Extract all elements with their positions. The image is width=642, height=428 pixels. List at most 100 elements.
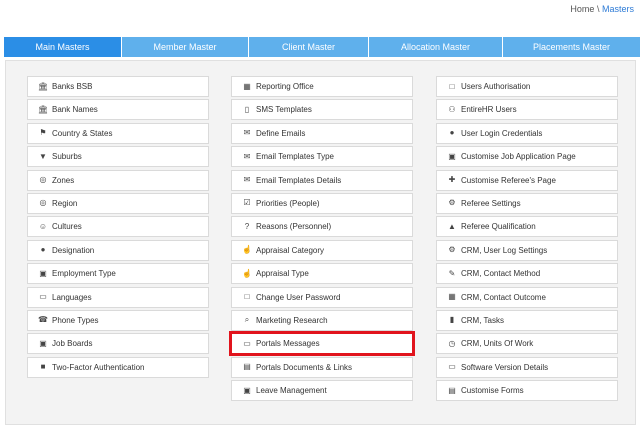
master-link-crm-tasks[interactable]: ▮ CRM, Tasks — [436, 309, 618, 331]
master-link-two-factor-authentication[interactable]: ■ Two-Factor Authentication — [27, 356, 209, 378]
thumbs-up-icon: ☝ — [242, 245, 252, 255]
tab-placements-master[interactable]: Placements Master — [503, 37, 640, 57]
master-link-label: Designation — [52, 245, 95, 255]
bank-icon: 🏛︎ — [37, 81, 49, 91]
master-link-label: EntireHR Users — [461, 105, 517, 115]
master-link-job-boards[interactable]: ▣ Job Boards — [27, 333, 209, 355]
master-link-leave-management[interactable]: ▣ Leave Management — [231, 380, 413, 402]
master-link-reasons-personnel[interactable]: ? Reasons (Personnel) — [231, 216, 413, 238]
master-link-label: Email Templates Type — [256, 152, 334, 162]
breadcrumb-home[interactable]: Home — [570, 4, 594, 14]
master-link-label: Country & States — [52, 128, 113, 138]
master-link-change-user-password[interactable]: □ Change User Password — [231, 286, 413, 308]
master-link-label: CRM, Units Of Work — [461, 339, 534, 349]
tab-main-masters[interactable]: Main Masters — [4, 37, 122, 57]
master-link-crm-contact-method[interactable]: ✎ CRM, Contact Method — [436, 263, 618, 285]
master-link-phone-types[interactable]: ☎ Phone Types — [27, 309, 209, 331]
master-link-customise-referee-s-page[interactable]: ✚ Customise Referee's Page — [436, 169, 618, 191]
file-icon: ▮ — [449, 315, 455, 325]
breadcrumb-current: Masters — [601, 4, 634, 14]
master-link-crm-user-log-settings[interactable]: ⚙ CRM, User Log Settings — [436, 239, 618, 261]
master-link-reporting-office[interactable]: ▦ Reporting Office — [231, 76, 413, 97]
master-link-customise-forms[interactable]: ▤ Customise Forms — [436, 380, 618, 402]
checkbox-icon: ☑ — [243, 198, 251, 208]
master-link-define-emails[interactable]: ✉ Define Emails — [231, 122, 413, 144]
master-link-label: Email Templates Details — [256, 175, 342, 185]
flag-icon: ⚑ — [39, 128, 47, 138]
master-link-entirehr-users[interactable]: ⚇ EntireHR Users — [436, 99, 618, 121]
briefcase-icon: ▣ — [448, 151, 456, 161]
master-link-portals-documents-links[interactable]: ▤ Portals Documents & Links — [231, 356, 413, 378]
master-link-label: SMS Templates — [256, 105, 312, 115]
tab-client-master[interactable]: Client Master — [249, 37, 369, 57]
master-link-designation[interactable]: ● Designation — [27, 239, 209, 261]
master-link-label: Languages — [52, 292, 92, 302]
master-link-label: Suburbs — [52, 152, 82, 162]
master-link-employment-type[interactable]: ▣ Employment Type — [27, 263, 209, 285]
master-link-marketing-research[interactable]: ⌕ Marketing Research — [231, 309, 413, 331]
envelope-icon: ✉ — [243, 151, 251, 161]
master-link-label: Phone Types — [52, 315, 99, 325]
briefcase-icon: ▣ — [39, 268, 47, 278]
masters-column-2: ▦ Reporting Office ▯ SMS Templates ✉ Define E… — [229, 76, 415, 403]
mobile-icon: ▯ — [244, 104, 250, 114]
master-link-label: CRM, Tasks — [461, 315, 504, 325]
master-link-suburbs[interactable]: ▼ Suburbs — [27, 146, 209, 168]
master-link-label: Portals Messages — [256, 339, 320, 349]
master-link-label: Appraisal Category — [256, 245, 325, 255]
clock-icon: ◷ — [448, 338, 456, 348]
master-link-software-version-details[interactable]: ▭ Software Version Details — [436, 356, 618, 378]
master-link-label: Marketing Research — [256, 315, 328, 325]
users-icon: ⚇ — [448, 104, 456, 114]
master-link-crm-contact-outcome[interactable]: ▦ CRM, Contact Outcome — [436, 286, 618, 308]
master-link-label: Appraisal Type — [256, 269, 309, 279]
master-link-user-login-credentials[interactable]: ● User Login Credentials — [436, 122, 618, 144]
masters-panel: 🏛︎ Banks BSB 🏛︎ Bank Names ⚑ Country & States… — [5, 60, 636, 425]
master-link-sms-templates[interactable]: ▯ SMS Templates — [231, 99, 413, 121]
breadcrumb: Home \ Masters — [570, 4, 634, 14]
masters-column-1: 🏛︎ Banks BSB 🏛︎ Bank Names ⚑ Country & States… — [27, 76, 209, 380]
document-icon: ▤ — [243, 362, 251, 372]
master-link-label: CRM, Contact Outcome — [461, 292, 546, 302]
thumbs-up-icon: ☝ — [242, 268, 252, 278]
master-link-label: Priorities (People) — [256, 198, 320, 208]
master-link-label: User Login Credentials — [461, 128, 543, 138]
master-link-label: CRM, Contact Method — [461, 269, 541, 279]
master-link-priorities-people[interactable]: ☑ Priorities (People) — [231, 192, 413, 214]
lock-icon: ■ — [40, 362, 46, 372]
master-link-label: Leave Management — [256, 386, 327, 396]
master-link-label: Reporting Office — [256, 82, 314, 91]
master-link-label: Job Boards — [52, 339, 93, 349]
building-icon: ▦ — [243, 81, 251, 91]
tab-member-master[interactable]: Member Master — [122, 37, 249, 57]
master-link-cultures[interactable]: ☺ Cultures — [27, 216, 209, 238]
tab-allocation-master[interactable]: Allocation Master — [369, 37, 503, 57]
master-link-customise-job-application-page[interactable]: ▣ Customise Job Application Page — [436, 146, 618, 168]
master-link-referee-settings[interactable]: ⚙ Referee Settings — [436, 192, 618, 214]
monitor-icon: ▭ — [448, 362, 456, 372]
master-link-appraisal-type[interactable]: ☝ Appraisal Type — [231, 263, 413, 285]
graduation-cap-icon: ▲ — [448, 221, 456, 231]
map-marker-icon: ▼ — [39, 151, 47, 161]
master-link-banks-bsb[interactable]: 🏛︎ Banks BSB — [27, 76, 209, 97]
master-link-bank-names[interactable]: 🏛︎ Bank Names — [27, 99, 209, 121]
user-plus-icon: ✚ — [448, 175, 456, 185]
master-link-zones[interactable]: ◎ Zones — [27, 169, 209, 191]
master-link-portals-messages[interactable]: ▭ Portals Messages — [229, 331, 415, 357]
briefcase-icon: ▣ — [39, 338, 47, 348]
master-link-appraisal-category[interactable]: ☝ Appraisal Category — [231, 239, 413, 261]
master-link-region[interactable]: ◎ Region — [27, 192, 209, 214]
master-link-email-templates-details[interactable]: ✉ Email Templates Details — [231, 169, 413, 191]
master-link-referee-qualification[interactable]: ▲ Referee Qualification — [436, 216, 618, 238]
master-link-email-templates-type[interactable]: ✉ Email Templates Type — [231, 146, 413, 168]
envelope-icon: ✉ — [243, 128, 251, 138]
master-link-country-states[interactable]: ⚑ Country & States — [27, 122, 209, 144]
globe-icon: ◎ — [39, 175, 47, 185]
document-icon: ▤ — [448, 385, 456, 395]
master-link-label: Bank Names — [52, 105, 98, 115]
master-link-languages[interactable]: ▭ Languages — [27, 286, 209, 308]
master-link-crm-units-of-work[interactable]: ◷ CRM, Units Of Work — [436, 333, 618, 355]
master-link-users-authorisation[interactable]: □ Users Authorisation — [436, 76, 618, 97]
pen-icon: ✎ — [448, 268, 456, 278]
master-link-label: Users Authorisation — [461, 82, 531, 91]
